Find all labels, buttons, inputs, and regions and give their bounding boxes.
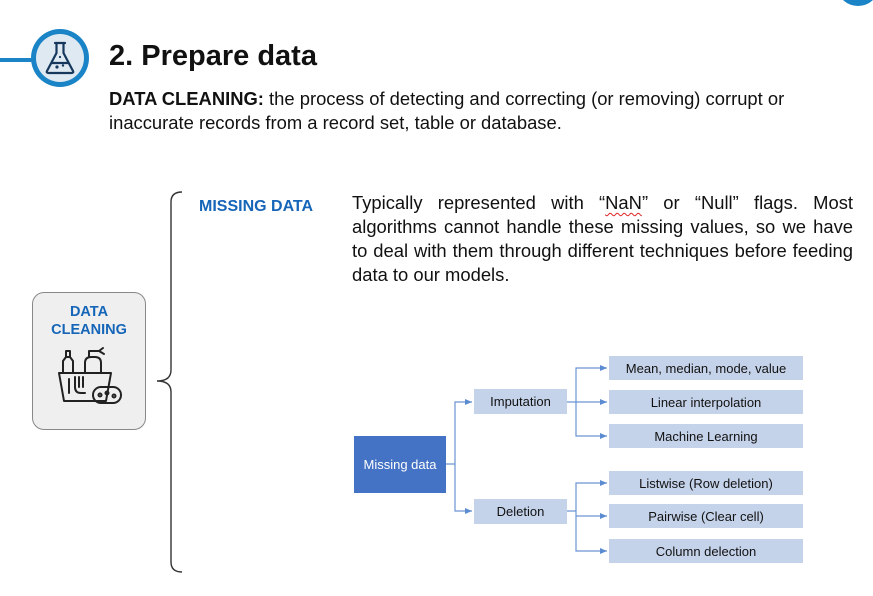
- linear-interpolation-node: Linear interpolation: [609, 390, 803, 414]
- imputation-node: Imputation: [474, 389, 567, 414]
- column-deletion-node: Column delection: [609, 539, 803, 563]
- mean-median-mode-node: Mean, median, mode, value: [609, 356, 803, 380]
- machine-learning-node: Machine Learning: [609, 424, 803, 448]
- missing-data-node: Missing data: [354, 436, 446, 493]
- listwise-deletion-node: Listwise (Row deletion): [609, 471, 803, 495]
- pairwise-deletion-node: Pairwise (Clear cell): [609, 504, 803, 528]
- deletion-node: Deletion: [474, 499, 567, 524]
